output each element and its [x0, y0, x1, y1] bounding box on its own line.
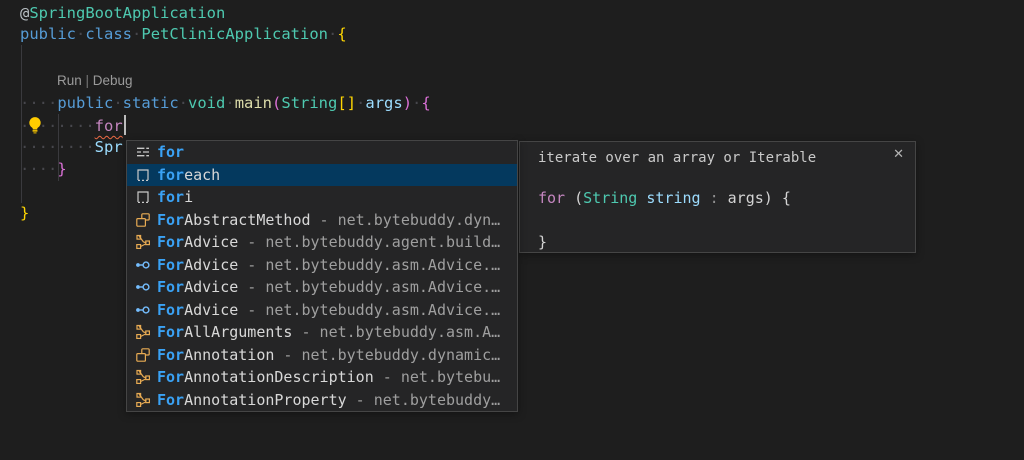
suggest-item-forabstractmethod[interactable]: ForAbstractMethod - net.bytebuddy.dyn… [127, 209, 517, 232]
whitespace-dot: · [113, 94, 122, 112]
symbol-interface-icon [135, 257, 151, 273]
arg-args: args [728, 189, 764, 207]
array-brackets: [] [337, 94, 356, 112]
leading-whitespace: ···· [20, 94, 57, 112]
typed-keyword-for: for [95, 117, 123, 135]
suggest-widget: for foreach fori ForAbstractMeth [126, 140, 518, 412]
annotation-name: SpringBootApplication [29, 4, 225, 22]
symbol-misc-icon [135, 234, 151, 250]
code-line-close-class: } [20, 203, 29, 224]
codelens-debug-link[interactable]: Debug [93, 73, 133, 88]
symbol-class-icon [135, 347, 151, 363]
close-brace: } [20, 204, 29, 222]
class-name: PetClinicApplication [141, 25, 328, 43]
suggest-item-forallarguments[interactable]: ForAllArguments - net.bytebuddy.asm.A… [127, 321, 517, 344]
open-paren: ( [272, 94, 281, 112]
whitespace-dot: · [412, 94, 421, 112]
code-line-annotation: @SpringBootApplication [20, 3, 225, 24]
partial-word: Spr [95, 138, 123, 156]
whitespace-dot: · [225, 94, 234, 112]
whitespace-dot: · [76, 25, 85, 43]
close-icon[interactable]: ✕ [893, 146, 904, 162]
code-line-partial-spr: ········Spr [20, 137, 123, 158]
whitespace-dot: · [179, 94, 188, 112]
close-paren: ) [403, 94, 412, 112]
open-brace: { [337, 25, 346, 43]
symbol-interface-icon [135, 279, 151, 295]
open-brace: { [421, 94, 430, 112]
vscode-editor-screenshot: { "colors": { "editor_background": "#1e1… [0, 0, 1024, 460]
type-string: String [583, 189, 637, 207]
whitespace-dot: · [356, 94, 365, 112]
suggest-details-popup: iterate over an array or Iterable ✕ for … [519, 141, 916, 253]
code-line-class-declaration: public·class·PetClinicApplication·{ [20, 24, 347, 45]
whitespace-dot: · [132, 25, 141, 43]
suggest-item-forannotation[interactable]: ForAnnotation - net.bytebuddy.dynamic… [127, 344, 517, 367]
symbol-interface-icon [135, 302, 151, 318]
suggest-details-code: for (String string : args) {} [538, 187, 791, 253]
method-name: main [235, 94, 272, 112]
param-name: args [365, 94, 402, 112]
suggest-details-summary: iterate over an array or Iterable [538, 148, 816, 169]
suggest-item-forannotationdescription[interactable]: ForAnnotationDescription - net.bytebu… [127, 366, 517, 389]
kw-public: public [20, 25, 76, 43]
suggest-item-foradvice-asm-3[interactable]: ForAdvice - net.bytebuddy.asm.Advice.… [127, 299, 517, 322]
kw-public: public [57, 94, 113, 112]
codelens-separator: | [82, 73, 93, 88]
symbol-misc-icon [135, 369, 151, 385]
kw-for: for [538, 189, 565, 207]
code-line-close-main: ····} [20, 159, 67, 180]
annotation-at: @ [20, 4, 29, 22]
codelens: Run | Debug [57, 72, 133, 89]
symbol-class-icon [135, 212, 151, 228]
suggest-item-foradvice-asm-2[interactable]: ForAdvice - net.bytebuddy.asm.Advice.… [127, 276, 517, 299]
suggest-item-foradvice-asm-1[interactable]: ForAdvice - net.bytebuddy.asm.Advice.… [127, 254, 517, 277]
close-brace: } [538, 233, 547, 251]
suggest-item-foreach-selected[interactable]: foreach [127, 164, 517, 187]
symbol-misc-icon [135, 324, 151, 340]
whitespace-dot: · [328, 25, 337, 43]
var-string: string [646, 189, 700, 207]
text-cursor [124, 115, 126, 135]
symbol-snippet-icon [135, 189, 151, 205]
symbol-keyword-icon [135, 144, 151, 160]
suggest-item-foradvice-agent[interactable]: ForAdvice - net.bytebuddy.agent.build… [127, 231, 517, 254]
kw-static: static [123, 94, 179, 112]
leading-whitespace: ········ [20, 138, 95, 156]
param-type: String [281, 94, 337, 112]
close-brace: } [57, 160, 66, 178]
kw-void: void [188, 94, 225, 112]
leading-whitespace: ···· [20, 160, 57, 178]
kw-class: class [85, 25, 132, 43]
symbol-misc-icon [135, 392, 151, 408]
suggest-item-forannotationproperty[interactable]: ForAnnotationProperty - net.bytebuddy… [127, 389, 517, 412]
code-line-main-method: ····public·static·void·main(String[]·arg… [20, 93, 431, 114]
symbol-snippet-icon [135, 167, 151, 183]
suggest-item-for[interactable]: for [127, 141, 517, 164]
codelens-run-link[interactable]: Run [57, 73, 82, 88]
suggest-item-fori[interactable]: fori [127, 186, 517, 209]
quickfix-lightbulb-icon[interactable] [26, 116, 44, 134]
